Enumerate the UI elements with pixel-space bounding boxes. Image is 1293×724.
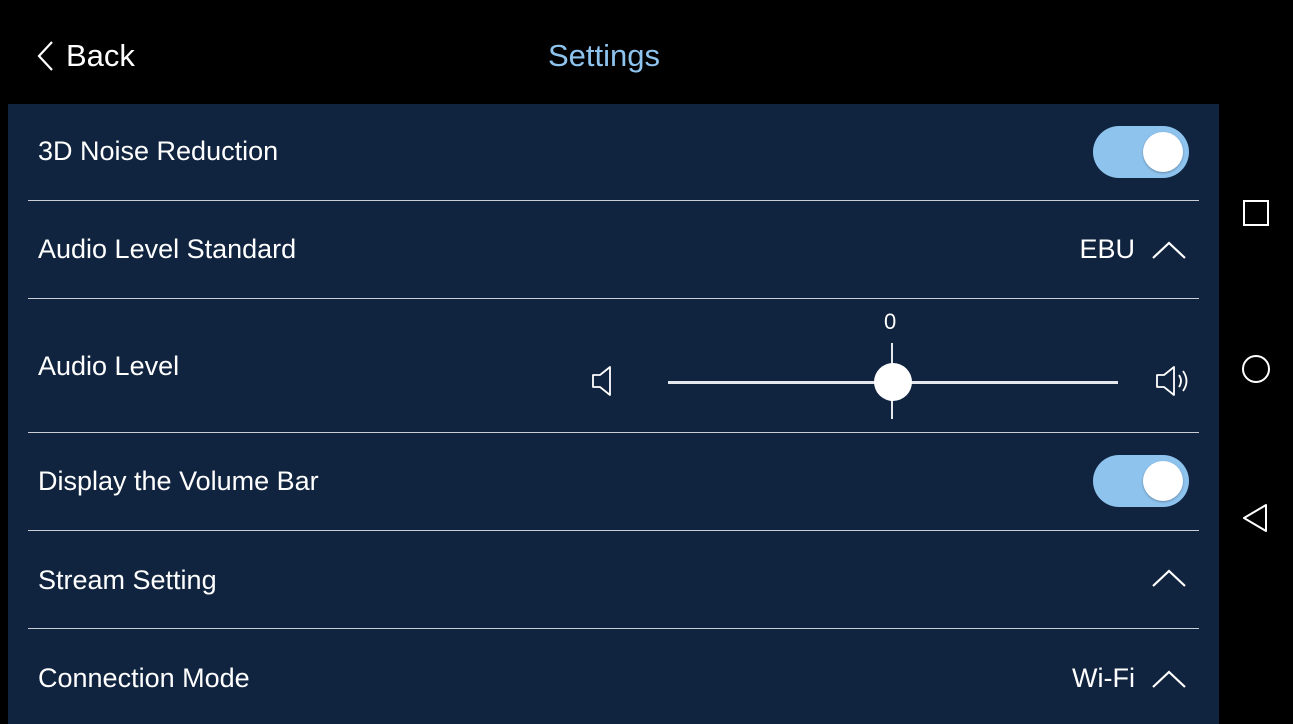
toggle-knob: [1143, 461, 1183, 501]
audio-level-standard-label: Audio Level Standard: [38, 234, 297, 264]
volume-high-icon[interactable]: [1154, 364, 1194, 398]
audio-level-slider[interactable]: 0: [576, 309, 1216, 429]
volume-bar-label: Display the Volume Bar: [38, 466, 319, 496]
setting-row-volume-bar: Display the Volume Bar: [28, 433, 1199, 531]
audio-level-label: Audio Level: [38, 351, 180, 381]
stream-setting-label: Stream Setting: [38, 565, 217, 595]
chevron-up-icon[interactable]: [1151, 568, 1187, 588]
setting-row-audio-level-standard[interactable]: Audio Level Standard EBU: [28, 201, 1199, 299]
audio-level-value: 0: [884, 309, 897, 334]
toggle-knob: [1143, 132, 1183, 172]
page-title: Settings: [548, 38, 661, 73]
setting-row-noise-reduction: 3D Noise Reduction: [28, 104, 1199, 201]
slider-thumb[interactable]: [874, 363, 912, 401]
chevron-up-icon[interactable]: [1151, 669, 1187, 689]
volume-bar-toggle[interactable]: [1093, 455, 1189, 507]
connection-mode-label: Connection Mode: [38, 663, 250, 693]
square-icon[interactable]: [1239, 196, 1273, 230]
chevron-up-icon[interactable]: [1151, 240, 1187, 260]
noise-reduction-label: 3D Noise Reduction: [38, 136, 279, 166]
triangle-back-icon[interactable]: [1239, 501, 1273, 535]
audio-level-standard-value: EBU: [1079, 234, 1135, 264]
noise-reduction-toggle[interactable]: [1093, 126, 1189, 178]
setting-row-audio-level: Audio Level 0: [28, 299, 1199, 433]
back-button[interactable]: Back: [34, 36, 135, 76]
chevron-left-icon: [37, 41, 53, 71]
setting-row-stream-setting[interactable]: Stream Setting: [28, 531, 1199, 629]
top-bar: Back Settings: [0, 0, 1219, 104]
system-nav-bar: [1219, 0, 1293, 724]
circle-icon[interactable]: [1239, 352, 1273, 386]
setting-row-connection-mode[interactable]: Connection Mode Wi-Fi: [28, 629, 1199, 724]
settings-panel: 3D Noise Reduction Audio Level Standard …: [8, 104, 1219, 724]
connection-mode-value: Wi-Fi: [1072, 663, 1135, 693]
volume-low-icon[interactable]: [590, 364, 620, 398]
back-label: Back: [66, 38, 135, 73]
